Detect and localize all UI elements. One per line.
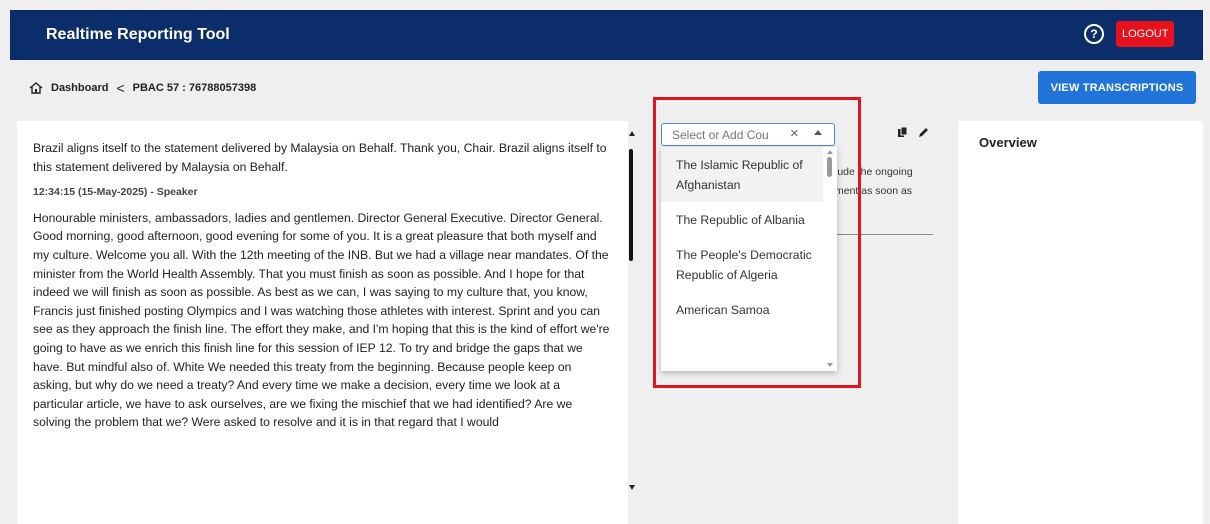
scroll-up-icon[interactable] bbox=[629, 131, 635, 136]
breadcrumb-back-icon[interactable]: < bbox=[116, 80, 124, 96]
breadcrumb-current: PBAC 57 : 76788057398 bbox=[132, 82, 257, 94]
dropdown-option[interactable]: The Islamic Republic of Afghanistan bbox=[661, 147, 823, 202]
dropdown-option[interactable]: American Samoa bbox=[661, 292, 823, 327]
transcript-paragraph: Brazil aligns itself to the statement de… bbox=[33, 141, 607, 174]
breadcrumb: Dashboard < PBAC 57 : 76788057398 bbox=[29, 80, 256, 96]
dropdown-option[interactable]: The Republic of Albania bbox=[661, 202, 823, 237]
summary-line: ment as soon as bbox=[835, 185, 913, 197]
scroll-up-icon[interactable] bbox=[827, 150, 833, 154]
country-select[interactable]: × bbox=[661, 123, 835, 146]
transcript-scrollbar[interactable] bbox=[626, 121, 638, 496]
scroll-down-icon[interactable] bbox=[827, 363, 833, 367]
chevron-up-icon[interactable] bbox=[814, 130, 822, 135]
summary-line: lude the ongoing bbox=[835, 166, 913, 178]
home-icon[interactable] bbox=[29, 82, 43, 94]
view-transcriptions-button[interactable]: VIEW TRANSCRIPTIONS bbox=[1038, 71, 1196, 104]
scrollbar-thumb[interactable] bbox=[629, 149, 633, 261]
breadcrumb-dashboard-link[interactable]: Dashboard bbox=[51, 82, 108, 94]
divider bbox=[830, 234, 933, 235]
transcript-speaker-meta: 12:34:15 (15-May-2025) - Speaker bbox=[33, 186, 198, 199]
country-search-input[interactable] bbox=[672, 127, 782, 142]
copy-icon[interactable] bbox=[898, 126, 908, 141]
transcript-panel: Brazil aligns itself to the statement de… bbox=[17, 121, 628, 524]
summary-text: lude the ongoing ment as soon as bbox=[835, 163, 945, 201]
dropdown-option[interactable]: The People's Democratic Republic of Alge… bbox=[661, 237, 823, 292]
help-icon[interactable]: ? bbox=[1084, 24, 1104, 44]
pencil-icon[interactable] bbox=[918, 127, 929, 141]
app-title: Realtime Reporting Tool bbox=[46, 26, 230, 43]
transcript-paragraph: Honourable ministers, ambassadors, ladie… bbox=[33, 210, 610, 430]
overview-title: Overview bbox=[979, 135, 1037, 150]
top-navbar: Realtime Reporting Tool ? LOGOUT bbox=[10, 10, 1203, 60]
overview-panel: Overview bbox=[958, 121, 1203, 524]
logout-button[interactable]: LOGOUT bbox=[1116, 21, 1175, 47]
clear-icon[interactable]: × bbox=[790, 125, 799, 142]
summary-toolbar bbox=[898, 126, 929, 141]
scrollbar-thumb[interactable] bbox=[827, 157, 832, 177]
country-dropdown: The Islamic Republic of Afghanistan The … bbox=[661, 147, 837, 371]
scroll-down-icon[interactable] bbox=[629, 485, 635, 490]
dropdown-scrollbar[interactable] bbox=[823, 147, 837, 371]
